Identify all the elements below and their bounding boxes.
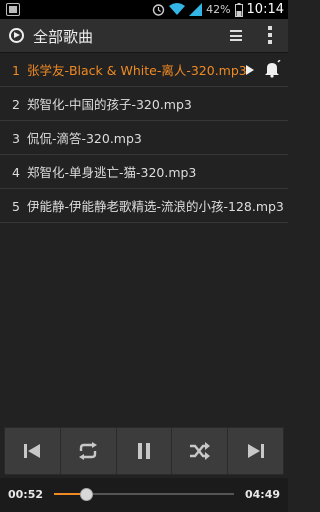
clock: 10:14 — [246, 2, 284, 17]
wifi-icon — [169, 3, 186, 15]
song-number: 4 — [12, 165, 20, 180]
battery-icon — [234, 2, 243, 17]
song-row-3[interactable]: 3 侃侃-滴答-320.mp3 — [0, 121, 288, 155]
pause-button[interactable] — [117, 428, 173, 474]
song-row-5[interactable]: 5 伊能静-伊能静老歌精选-流浪的小孩-128.mp3 — [0, 189, 288, 223]
song-number: 3 — [12, 131, 20, 146]
signal-icon — [189, 3, 203, 16]
repeat-icon — [79, 442, 98, 460]
song-title: 郑智化-单身逃亡-猫-320.mp3 — [26, 165, 197, 180]
song-number: 5 — [12, 199, 20, 214]
current-time: 00:52 — [8, 488, 44, 501]
battery-percent: 42% — [206, 3, 231, 16]
play-circle-icon[interactable] — [9, 28, 24, 43]
playback-controls — [4, 427, 284, 475]
page-title: 全部歌曲 — [33, 28, 94, 46]
pause-icon — [137, 443, 150, 459]
previous-icon — [24, 444, 41, 458]
song-title: 张学友-Black & White-离人-320.mp3 — [26, 63, 247, 78]
previous-button[interactable] — [5, 428, 61, 474]
alarm-icon — [152, 4, 165, 16]
playlist-icon[interactable] — [230, 30, 242, 41]
seek-thumb[interactable] — [79, 488, 93, 501]
song-number: 1 — [12, 63, 20, 78]
overflow-menu-icon[interactable] — [268, 26, 272, 45]
song-row-1[interactable]: 1 张学友-Black & White-离人-320.mp3 — [0, 53, 288, 87]
ringtone-bell-icon[interactable] — [263, 60, 281, 78]
repeat-button[interactable] — [61, 428, 117, 474]
song-list: 1 张学友-Black & White-离人-320.mp3 2 郑智化-中国的孩子… — [0, 53, 288, 223]
status-bar: 42% 10:14 — [0, 0, 288, 19]
action-bar: 全部歌曲 — [0, 19, 288, 53]
shuffle-button[interactable] — [172, 428, 229, 474]
next-icon — [247, 444, 264, 458]
shuffle-icon — [189, 442, 210, 460]
progress-bar-area: 00:52 04:49 — [0, 478, 288, 512]
song-row-4[interactable]: 4 郑智化-单身逃亡-猫-320.mp3 — [0, 155, 288, 189]
song-row-2[interactable]: 2 郑智化-中国的孩子-320.mp3 — [0, 87, 288, 121]
next-button[interactable] — [228, 428, 283, 474]
notification-icon — [6, 3, 20, 16]
song-title: 伊能静-伊能静老歌精选-流浪的小孩-128.mp3 — [26, 199, 284, 214]
total-time: 04:49 — [244, 488, 280, 501]
song-number: 2 — [12, 97, 20, 112]
song-title: 侃侃-滴答-320.mp3 — [26, 131, 142, 146]
now-playing-icon — [246, 65, 254, 75]
song-title: 郑智化-中国的孩子-320.mp3 — [26, 97, 192, 112]
